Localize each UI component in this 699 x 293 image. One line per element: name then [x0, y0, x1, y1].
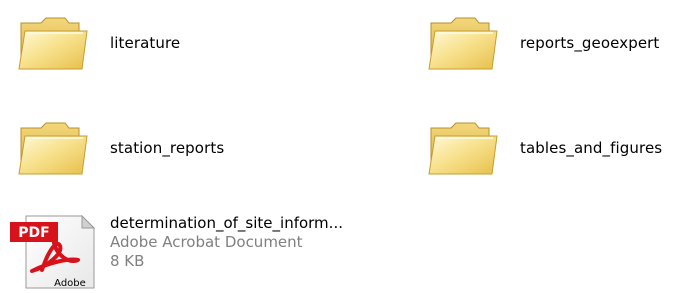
folder-item-reports-geoexpert[interactable]: reports_geoexpert: [427, 13, 699, 73]
folder-label: station_reports: [110, 139, 225, 157]
pdf-file-icon: PDF Adobe: [10, 214, 96, 289]
folder-item-station-reports[interactable]: station_reports: [17, 118, 317, 178]
file-size: 8 KB: [110, 252, 145, 270]
folder-label: literature: [110, 34, 181, 52]
file-details: determination_of_site_inform... Adobe Ac…: [110, 214, 343, 271]
folder-icon: [17, 13, 89, 73]
file-name: determination_of_site_inform...: [110, 214, 343, 232]
folder-label: reports_geoexpert: [520, 34, 660, 52]
folder-icon: [427, 13, 499, 73]
file-item-pdf[interactable]: PDF Adobe determination_of_site_inform..…: [10, 212, 430, 290]
folder-item-literature[interactable]: literature: [17, 13, 317, 73]
pdf-badge-text: PDF: [18, 225, 49, 241]
file-type: Adobe Acrobat Document: [110, 233, 303, 251]
pdf-brand-text: Adobe: [54, 278, 86, 289]
folder-item-tables-and-figures[interactable]: tables_and_figures: [427, 118, 699, 178]
folder-label: tables_and_figures: [520, 139, 663, 157]
folder-icon: [427, 118, 499, 178]
folder-icon: [17, 118, 89, 178]
